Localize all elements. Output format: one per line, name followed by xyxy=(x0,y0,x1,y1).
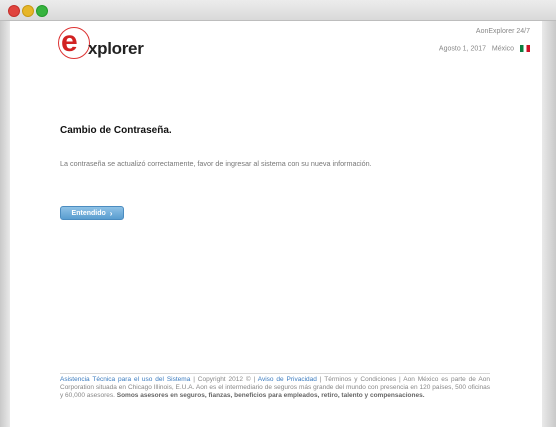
understood-button[interactable]: Entendido › xyxy=(60,206,124,220)
page-title: Cambio de Contraseña. xyxy=(60,125,172,136)
chevron-right-icon: › xyxy=(109,208,113,218)
footer-slogan: Somos asesores en seguros, fianzas, bene… xyxy=(116,392,425,399)
privacy-link[interactable]: Aviso de Privacidad xyxy=(258,376,317,383)
minimize-window-button[interactable] xyxy=(22,5,34,17)
copyright-text: | Copyright 2012 © | xyxy=(190,376,258,383)
page-content: e xplorer AonExplorer 24/7 Agosto 1, 201… xyxy=(10,21,542,427)
header-date-line: Agosto 1, 2017 México xyxy=(439,45,530,52)
explorer-logo[interactable]: e xplorer xyxy=(58,25,148,65)
window-left-edge xyxy=(0,21,10,427)
header-date: Agosto 1, 2017 xyxy=(438,45,487,53)
success-message: La contraseña se actualizó correctamente… xyxy=(60,159,372,168)
header-country: México xyxy=(491,45,515,53)
window-titlebar xyxy=(0,0,556,21)
window-right-edge xyxy=(542,21,556,427)
footer: Asistencia Técnica para el uso del Siste… xyxy=(60,376,490,400)
close-window-button[interactable] xyxy=(8,5,20,17)
maximize-window-button[interactable] xyxy=(36,5,48,17)
header-info: AonExplorer 24/7 Agosto 1, 2017 México xyxy=(439,28,530,52)
footer-divider xyxy=(60,373,490,374)
logo-text: xplorer xyxy=(88,39,144,58)
logo-initial: e xyxy=(61,25,78,58)
support-link[interactable]: Asistencia Técnica para el uso del Siste… xyxy=(60,376,190,383)
understood-button-label: Entendido xyxy=(71,209,106,217)
header-brand: AonExplorer 24/7 xyxy=(475,28,530,35)
mexico-flag-icon xyxy=(520,45,530,52)
